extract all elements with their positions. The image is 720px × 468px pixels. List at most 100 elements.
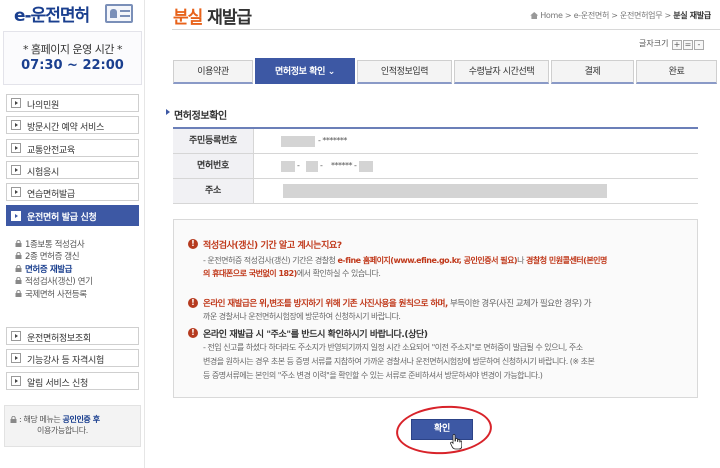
sidebar-item-exam[interactable]: 시험응시 xyxy=(6,160,139,179)
step-tabs: 이용약관 면허정보 확인 ⌄ 인적정보입력 수령날자 시간선택 결제 완료 xyxy=(173,58,717,84)
submenu-item-label: 적성검사(갱신) 연기 xyxy=(25,277,93,288)
breadcrumb-item[interactable]: 운전면허업무 xyxy=(620,11,663,20)
masked-value xyxy=(306,161,318,172)
alert-icon: ! xyxy=(188,328,198,338)
sidebar-item-label: 나의민원 xyxy=(27,101,59,111)
sidebar-item-license-lookup[interactable]: 운전면허정보조회 xyxy=(6,327,139,345)
hand-cursor-icon xyxy=(450,434,462,450)
chevron-right-icon xyxy=(11,142,21,153)
resident-number-value: - ******* xyxy=(318,136,347,145)
step-tab-license-info[interactable]: 면허정보 확인 ⌄ xyxy=(255,58,355,84)
submenu-item-reissue[interactable]: 면허증 재발급 xyxy=(14,263,139,275)
sidebar-item-label: 연습면허발급 xyxy=(27,190,75,201)
font-size-label: 글자크기 xyxy=(639,39,669,48)
operating-hours-title: * 홈페이지 운영 시간 * xyxy=(23,43,122,56)
chevron-right-icon xyxy=(11,187,21,198)
chevron-right-icon xyxy=(11,353,21,364)
alert-icon: ! xyxy=(188,239,198,249)
notice-heading: 온라인 재발급은 위,변조를 방지하기 위해 기존 사진사용을 원칙으로 하며,… xyxy=(203,299,592,309)
font-size-reset-button[interactable]: = xyxy=(683,40,693,50)
step-tab-pickup-time[interactable]: 수령날자 시간선택 xyxy=(454,60,549,84)
license-info-table: 주민등록번호 - ******* 면허번호 - - ****** - 주소 xyxy=(173,127,698,204)
sidebar-item-traffic-safety-education[interactable]: 교통안전교육 xyxy=(6,138,139,157)
sidebar-item-license-issue[interactable]: 운전면허 발급 신청 xyxy=(6,205,139,227)
breadcrumb-home[interactable]: Home xyxy=(540,11,563,20)
notice-text: 까운 경찰서나 운전면허시험장에 방문하여 신청하시기 바랍니다. xyxy=(203,312,401,321)
license-number-sep: - xyxy=(320,161,323,170)
main-content: 분실 재발급 Home > e-운전면허 > 운전면허업무 > 분실 재발급 글… xyxy=(146,0,720,468)
masked-value xyxy=(281,136,315,147)
lock-icon xyxy=(15,240,22,247)
license-number-sep: - xyxy=(297,161,300,170)
notice-box: ! 적성검사(갱신) 기간 알고 계시는지요? - 운전면허증 적성검사(갱신)… xyxy=(173,219,698,398)
sidebar-item-my-petition[interactable]: 나의민원 xyxy=(6,94,139,112)
chevron-right-icon xyxy=(11,375,21,386)
confirm-area: 확인 xyxy=(394,402,494,458)
lock-icon xyxy=(15,277,22,285)
lock-icon xyxy=(15,264,22,272)
lock-icon xyxy=(10,416,17,423)
submenu-item-label: 1종보통 적성검사 xyxy=(25,240,85,250)
step-tab-personal-info[interactable]: 인적정보입력 xyxy=(357,60,452,84)
sidebar-menu-lower: 운전면허정보조회 기능강사 등 자격시험 알림 서비스 신청 xyxy=(6,327,139,394)
sidebar-item-label: 기능강사 등 자격시험 xyxy=(27,356,104,367)
step-tab-terms[interactable]: 이용약관 xyxy=(173,60,253,84)
site-logo[interactable]: e-운전면허 xyxy=(14,1,90,26)
sidebar-item-practice-license[interactable]: 연습면허발급 xyxy=(6,183,139,202)
chevron-right-icon xyxy=(11,98,21,108)
confirm-button[interactable]: 확인 xyxy=(411,419,473,440)
lock-icon xyxy=(15,289,22,297)
left-sidebar: e-운전면허 * 홈페이지 운영 시간 * 07:30 ~ 22:00 나의민원… xyxy=(0,0,145,468)
resident-number-label: 주민등록번호 xyxy=(173,129,254,153)
font-size-increase-button[interactable]: + xyxy=(672,40,682,50)
sidebar-item-notification-service[interactable]: 알림 서비스 신청 xyxy=(6,371,139,390)
submenu-item-renewal[interactable]: 2종 면허증 갱신 xyxy=(14,250,139,262)
page-title: 분실 재발급 xyxy=(173,8,252,28)
submenu-item-international-license[interactable]: 국제면허 사전등록 xyxy=(14,288,139,300)
notice-text: 등 증명서류에는 본인의 "주소 변경 이력"을 확인할 수 있는 서류로 준비… xyxy=(203,371,543,380)
step-tab-complete[interactable]: 완료 xyxy=(636,60,717,84)
certificate-note-text-2: 이용가능합니다. xyxy=(37,426,88,435)
notice-text: 변경을 원하시는 경우 초본 등 증명 서류를 지참하여 가까운 경찰서나 운전… xyxy=(203,357,595,366)
logo-area[interactable]: e-운전면허 xyxy=(0,0,145,30)
license-card-icon xyxy=(105,4,133,23)
breadcrumb-item[interactable]: e-운전면허 xyxy=(574,11,610,20)
step-tab-payment[interactable]: 결제 xyxy=(551,60,634,84)
sidebar-item-label: 교통안전교육 xyxy=(27,145,75,156)
font-size-decrease-button[interactable]: - xyxy=(694,40,704,50)
sidebar-item-visit-reservation[interactable]: 방문시간 예약 서비스 xyxy=(6,116,139,135)
operating-hours-box: * 홈페이지 운영 시간 * 07:30 ~ 22:00 xyxy=(3,31,142,85)
sidebar-submenu: 1종보통 적성검사 2종 면허증 갱신 면허증 재발급 적성검사(갱신) 연기 … xyxy=(14,238,139,300)
chevron-right-icon xyxy=(11,120,21,131)
license-number-label: 면허번호 xyxy=(173,154,254,178)
lock-icon xyxy=(15,252,22,260)
notice-text: - 운전면허증 적성검사(갱신) 기간은 경찰청 e-fine 홈페이지(www… xyxy=(203,256,607,265)
sidebar-menu: 나의민원 방문시간 예약 서비스 교통안전교육 시험응시 연습면허발급 운전면허… xyxy=(6,94,139,231)
operating-hours-time: 07:30 ~ 22:00 xyxy=(21,58,124,73)
address-label: 주소 xyxy=(173,179,254,203)
certificate-note-box: : 해당 메뉴는 공인인증 후 이용가능합니다. xyxy=(4,405,141,447)
breadcrumb-current: 분실 재발급 xyxy=(673,11,711,20)
masked-value xyxy=(281,161,295,172)
chevron-right-icon xyxy=(11,331,21,341)
certificate-note-text: : 해당 메뉴는 공인인증 후 xyxy=(19,415,100,424)
submenu-item-postpone[interactable]: 적성검사(갱신) 연기 xyxy=(14,275,139,287)
sidebar-item-instructor-exam[interactable]: 기능강사 등 자격시험 xyxy=(6,349,139,368)
sidebar-item-label: 운전면허 발급 신청 xyxy=(27,213,97,224)
breadcrumb: Home > e-운전면허 > 운전면허업무 > 분실 재발급 xyxy=(530,10,711,21)
masked-address xyxy=(283,184,607,198)
chevron-right-icon xyxy=(11,164,21,175)
sidebar-item-label: 운전면허정보조회 xyxy=(27,334,91,344)
notice-heading: 온라인 재발급 시 "주소"를 반드시 확인하시기 바랍니다.(상단) xyxy=(203,330,428,340)
notice-text: 의 휴대폰으로 국번없이 182)에서 확인하실 수 있습니다. xyxy=(203,269,381,278)
submenu-item-label: 면허증 재발급 xyxy=(25,264,73,275)
license-number-value: ****** - xyxy=(331,161,357,170)
notice-text: - 전입 신고를 하셨다 하더라도 주소지가 반영되기까지 일정 시간 소요되어… xyxy=(203,343,583,352)
sidebar-item-label: 방문시간 예약 서비스 xyxy=(27,123,104,134)
title-divider xyxy=(172,29,720,30)
submenu-item-aptitude-test[interactable]: 1종보통 적성검사 xyxy=(14,238,139,250)
submenu-item-label: 2종 면허증 갱신 xyxy=(25,252,80,263)
section-title: 면허정보확인 xyxy=(166,107,227,122)
table-row: 주민등록번호 - ******* xyxy=(173,129,698,154)
submenu-item-label: 국제면허 사전등록 xyxy=(25,289,87,300)
